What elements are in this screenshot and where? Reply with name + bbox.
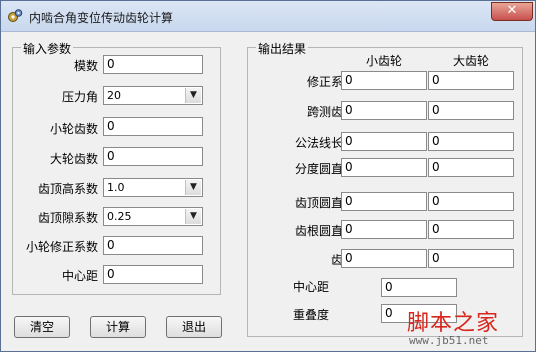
output-row-label: 修正系数 [306,75,355,89]
output-small-value[interactable]: 0 [341,192,427,211]
output-large-value[interactable]: 0 [428,101,514,120]
pinion-teeth-label: 小轮齿数 [49,122,98,136]
close-button[interactable]: ✕ [491,2,533,21]
overlap-ratio-label: 重叠度 [292,308,329,322]
pinion-shift-input[interactable]: 0 [103,236,203,255]
output-small-value[interactable]: 0 [341,101,427,120]
output-center-distance-value[interactable]: 0 [381,278,457,297]
clear-button[interactable]: 清空 [14,316,70,338]
output-large-value[interactable]: 0 [428,71,514,90]
output-small-value[interactable]: 0 [341,132,427,151]
client-area: 输入参数 模数 0 压力角 20 ▼ 小轮齿数 0 大轮齿数 0 齿顶高系数 1… [7,32,529,347]
output-row-label: 公法线长度 [294,136,355,150]
output-row-label: 分度圆直径 [294,162,355,176]
output-small-value[interactable]: 0 [341,71,427,90]
module-label: 模数 [73,59,98,73]
output-small-value[interactable]: 0 [341,158,427,177]
chevron-down-icon[interactable]: ▼ [185,88,201,103]
watermark-url: www.jb51.net [409,334,489,347]
output-large-value[interactable]: 0 [428,132,514,151]
output-large-value[interactable]: 0 [428,192,514,211]
clearance-coef-label: 齿顶隙系数 [37,211,98,225]
select-value: 0.25 [107,210,132,223]
window-title: 内啮合角变位传动齿轮计算 [29,11,174,25]
output-small-value[interactable]: 0 [341,220,427,239]
output-large-value[interactable]: 0 [428,158,514,177]
watermark-text: 脚本之家 [407,311,500,336]
pressure-angle-label: 压力角 [61,90,98,104]
gear-teeth-label: 大轮齿数 [49,152,98,166]
exit-button[interactable]: 退出 [166,316,222,338]
pressure-angle-select[interactable]: 20 ▼ [103,86,203,105]
group-title: 输出结果 [256,40,309,57]
module-input[interactable]: 0 [103,55,203,74]
chevron-down-icon[interactable]: ▼ [185,180,201,195]
group-title: 输入参数 [21,40,74,57]
app-window: 内啮合角变位传动齿轮计算 ✕ 输入参数 模数 0 压力角 20 ▼ 小轮齿数 0… [0,0,536,352]
output-row-label: 齿根圆直径 [294,224,355,238]
close-icon: ✕ [506,3,518,18]
output-row-label: 跨测齿数 [306,105,355,119]
addendum-coef-select[interactable]: 1.0 ▼ [103,178,203,197]
chevron-down-icon[interactable]: ▼ [185,209,201,224]
column-header-small: 小齿轮 [365,54,402,68]
output-row-label: 齿数 [247,251,355,268]
output-large-value[interactable]: 0 [428,220,514,239]
input-params-group: 输入参数 [12,40,221,295]
select-value: 20 [107,89,121,102]
calculate-button[interactable]: 计算 [90,316,146,338]
gear-icon [8,9,23,22]
output-small-value[interactable]: 0 [341,249,427,268]
addendum-coef-label: 齿顶高系数 [37,182,98,196]
column-header-large: 大齿轮 [452,54,489,68]
pinion-shift-label: 小轮修正系数 [25,240,98,254]
select-value: 1.0 [107,181,125,194]
output-center-distance-label: 中心距 [292,280,329,294]
output-large-value[interactable]: 0 [428,249,514,268]
center-distance-label: 中心距 [61,269,98,283]
clearance-coef-select[interactable]: 0.25 ▼ [103,207,203,226]
site-watermark: 脚本之家 www.jb51.net [407,305,532,349]
title-bar[interactable]: 内啮合角变位传动齿轮计算 ✕ [1,1,535,32]
center-distance-input[interactable]: 0 [103,265,203,284]
pinion-teeth-input[interactable]: 0 [103,117,203,136]
output-row-label: 齿顶圆直径 [294,196,355,210]
gear-teeth-input[interactable]: 0 [103,147,203,166]
